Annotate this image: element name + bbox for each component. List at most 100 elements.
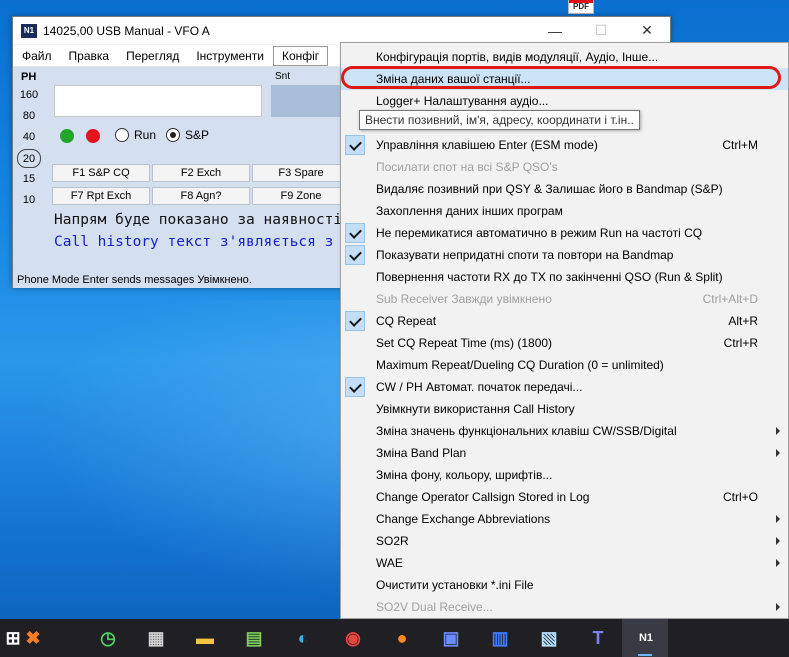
config-menu-item-label: Не перемикатися автоматично в режим Run …: [376, 226, 703, 240]
save-disk-icon[interactable]: ▣: [438, 626, 464, 650]
call-history-text: Call history текст з'являється з: [54, 234, 334, 250]
config-menu-item-label: Повернення частоти RX до TX по закінченн…: [376, 270, 723, 284]
config-menu-item[interactable]: Увімкнути використання Call History: [341, 398, 788, 420]
band-button-160[interactable]: 160: [17, 86, 41, 105]
submenu-arrow-icon: [776, 603, 780, 611]
config-menu-item[interactable]: Maximum Repeat/Dueling CQ Duration (0 = …: [341, 354, 788, 376]
band-button-15[interactable]: 15: [17, 170, 41, 189]
config-menu-item[interactable]: Зміна фону, кольору, шрифтів...: [341, 464, 788, 486]
menu-config[interactable]: Конфіг: [272, 45, 329, 66]
config-menu-item-label: CW / PH Автомат. початок передачі...: [376, 380, 583, 394]
chart-app-icon[interactable]: ▤: [241, 626, 267, 650]
tx-status-green-icon: [60, 129, 74, 143]
f7-key-button[interactable]: F7 Rpt Exch: [52, 187, 150, 205]
config-menu-item-label: SO2R: [376, 534, 409, 548]
config-menu-item-label: Захоплення даних інших програм: [376, 204, 563, 218]
config-menu-item-shortcut: Ctrl+Alt+D: [702, 292, 758, 306]
config-menu-item[interactable]: CQ Repeat Alt+R: [341, 310, 788, 332]
f9-key-button[interactable]: F9 Zone: [252, 187, 350, 205]
teams-icon[interactable]: T: [585, 626, 611, 650]
xampp-icon[interactable]: ✖: [20, 626, 46, 650]
f2-key-button[interactable]: F2 Exch: [152, 164, 250, 182]
config-menu-item[interactable]: Logger+ Налаштування аудіо...: [341, 90, 788, 112]
config-menu-item[interactable]: Change Operator Callsign Stored in Log Ct…: [341, 486, 788, 508]
f8-key-button[interactable]: F8 Agn?: [152, 187, 250, 205]
band-button-10[interactable]: 10: [17, 191, 41, 210]
close-button[interactable]: ✕: [624, 17, 670, 44]
config-menu-item[interactable]: Видаляє позивний при QSY & Залишає його …: [341, 178, 788, 200]
config-menu-item-label: WAE: [376, 556, 403, 570]
title-bar[interactable]: N1 14025,00 USB Manual - VFO A — ☐ ✕: [13, 17, 670, 44]
checkmark-icon: [345, 377, 365, 397]
menu-view[interactable]: Перегляд: [118, 46, 187, 66]
checkmark-icon: [345, 223, 365, 243]
menu-tooltip: Внести позивний, ім'я, адресу, координат…: [359, 110, 640, 130]
config-menu-item[interactable]: Зміна даних вашої станції...: [341, 68, 788, 90]
config-menu-item-label: Logger+ Налаштування аудіо...: [376, 94, 549, 108]
submenu-arrow-icon: [776, 515, 780, 523]
config-menu-item[interactable]: Зміна значень функціональних клавіш CW/S…: [341, 420, 788, 442]
clock-app-icon[interactable]: ◷: [95, 626, 121, 650]
sp-radio-label: S&P: [185, 128, 210, 142]
config-menu-item-label: Видаляє позивний при QSY & Залишає його …: [376, 182, 723, 196]
f1-key-button[interactable]: F1 S&P CQ: [52, 164, 150, 182]
config-menu-item[interactable]: Set CQ Repeat Time (ms) (1800) Ctrl+R: [341, 332, 788, 354]
config-menu-item[interactable]: Управління клавішею Enter (ESM mode) Ctrl…: [341, 134, 788, 156]
config-menu-item[interactable]: Захоплення даних інших програм: [341, 200, 788, 222]
config-menu-item-label: Set CQ Repeat Time (ms) (1800): [376, 336, 553, 350]
config-menu-item-label: Change Operator Callsign Stored in Log: [376, 490, 590, 504]
config-menu-item[interactable]: Повернення частоти RX до TX по закінченн…: [341, 266, 788, 288]
config-menu-item[interactable]: SO2R: [341, 530, 788, 552]
checkmark-icon: [345, 311, 365, 331]
band-button-20[interactable]: 20: [17, 149, 41, 168]
config-menu-item[interactable]: Показувати непридатні споти та повтори н…: [341, 244, 788, 266]
windows-taskbar: ⊞ ✖ ◷ ▦ ▬ ▤ ◐ ◉ ● ▣ ▥ ▧ T N1: [0, 619, 789, 657]
snt-label: Snt: [275, 71, 291, 82]
band-button-80[interactable]: 80: [17, 107, 41, 126]
config-menu-item-label: Зміна значень функціональних клавіш CW/S…: [376, 424, 677, 438]
terminal-app-icon[interactable]: ▧: [536, 626, 562, 650]
n1mm-icon[interactable]: N1: [633, 626, 659, 650]
edge-icon[interactable]: ◐: [290, 626, 316, 650]
run-radio-label: Run: [134, 128, 157, 142]
config-menu-item[interactable]: CW / PH Автомат. початок передачі...: [341, 376, 788, 398]
config-menu-item[interactable]: Change Exchange Abbreviations: [341, 508, 788, 530]
rx-status-red-icon: [86, 129, 100, 143]
chrome-icon[interactable]: ◉: [340, 626, 366, 650]
band-button-40[interactable]: 40: [17, 128, 41, 147]
file-explorer-icon[interactable]: ▬: [192, 626, 218, 650]
menu-edit[interactable]: Правка: [61, 46, 118, 66]
config-menu-item-label: Change Exchange Abbreviations: [376, 512, 551, 526]
config-menu-item-shortcut: Alt+R: [728, 314, 758, 328]
calculator-icon[interactable]: ▦: [143, 626, 169, 650]
spectrum-app-icon[interactable]: ▥: [487, 626, 513, 650]
sp-radio[interactable]: [166, 128, 180, 142]
config-menu-item-label: Sub Receiver Завжди увімкнено: [376, 292, 552, 306]
config-menu-item[interactable]: Не перемикатися автоматично в режим Run …: [341, 222, 788, 244]
config-menu-item[interactable]: WAE: [341, 552, 788, 574]
config-menu-item-label: Maximum Repeat/Dueling CQ Duration (0 = …: [376, 358, 664, 372]
config-menu-item[interactable]: Конфігурація портів, видів модуляції, Ау…: [341, 46, 788, 68]
menu-tools[interactable]: Інструменти: [188, 46, 272, 66]
config-menu-item-label: Увімкнути використання Call History: [376, 402, 575, 416]
config-menu-item-label: CQ Repeat: [376, 314, 437, 328]
config-menu-item-label: Очистити установки *.ini File: [376, 578, 534, 592]
config-menu-item-label: Конфігурація портів, видів модуляції, Ау…: [376, 50, 659, 64]
firefox-icon[interactable]: ●: [389, 626, 415, 650]
run-radio[interactable]: [115, 128, 129, 142]
config-menu-item-label: Зміна Band Plan: [376, 446, 467, 460]
window-title: 14025,00 USB Manual - VFO A: [43, 23, 210, 38]
menu-file[interactable]: Файл: [14, 46, 60, 66]
snt-field[interactable]: [271, 85, 343, 117]
pdf-desktop-icon[interactable]: PDF: [568, 0, 594, 14]
submenu-arrow-icon: [776, 537, 780, 545]
direction-info-text: Напрям буде показано за наявності з: [54, 212, 360, 228]
config-menu-item[interactable]: Очистити установки *.ini File: [341, 574, 788, 596]
callsign-input[interactable]: [54, 85, 262, 117]
config-menu-item-shortcut: Ctrl+M: [722, 138, 758, 152]
config-menu-item[interactable]: Зміна Band Plan: [341, 442, 788, 464]
maximize-button[interactable]: ☐: [578, 17, 624, 44]
minimize-button[interactable]: —: [532, 17, 578, 44]
config-menu-item: Посилати спот на всі S&P QSO's: [341, 156, 788, 178]
f3-key-button[interactable]: F3 Spare: [252, 164, 350, 182]
